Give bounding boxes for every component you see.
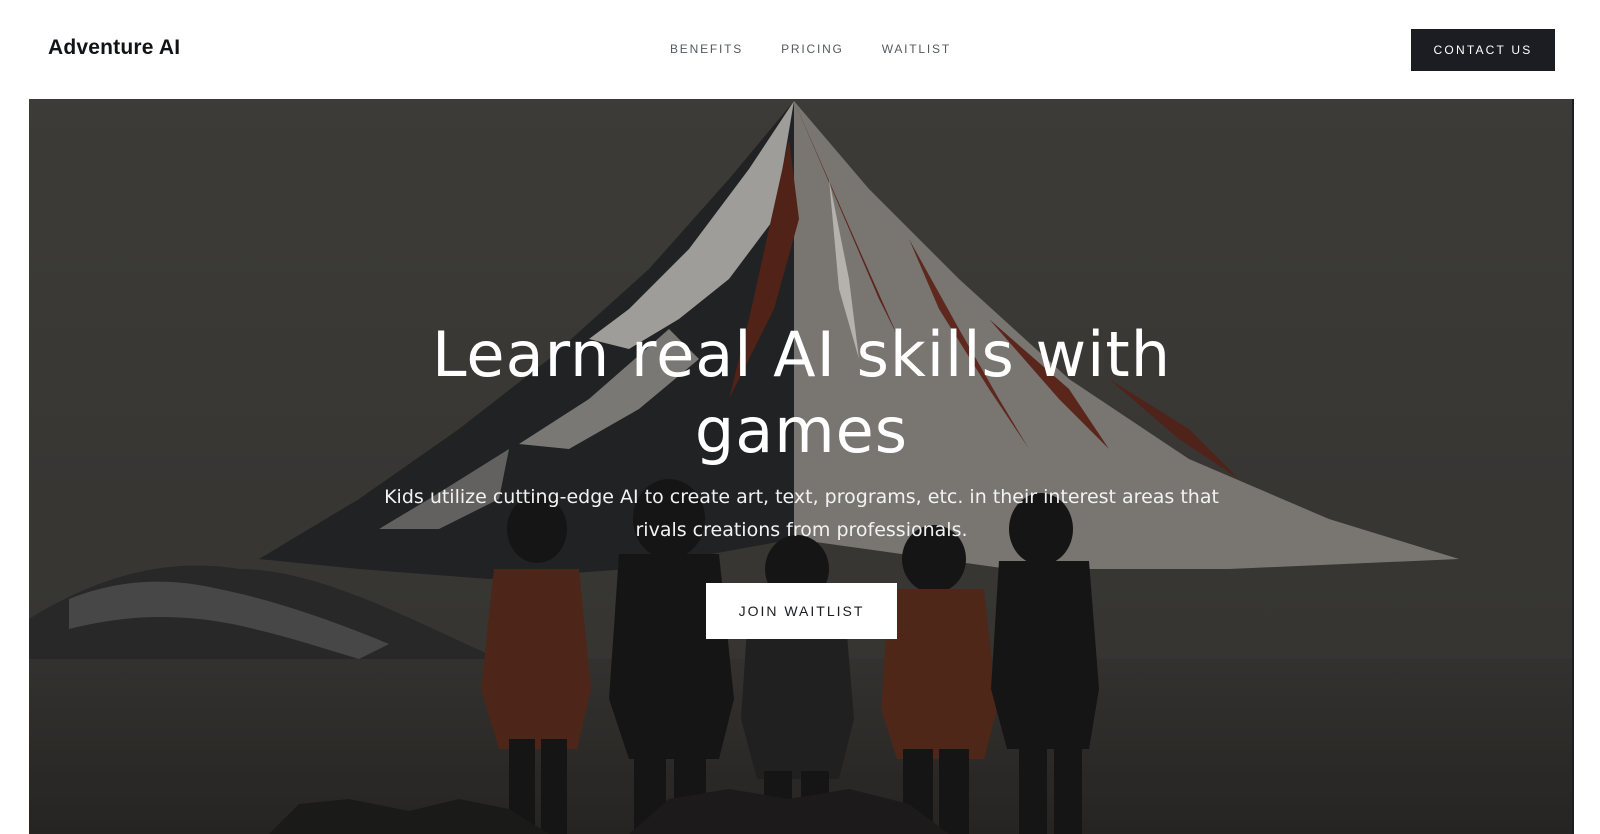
- site-header: Adventure AI BENEFITS PRICING WAITLIST C…: [0, 0, 1600, 100]
- hero-title: Learn real AI skills with games: [431, 318, 1172, 467]
- nav-waitlist-link[interactable]: WAITLIST: [882, 42, 951, 56]
- contact-us-button[interactable]: CONTACT US: [1411, 29, 1555, 71]
- hero-section: Learn real AI skills with games Kids uti…: [29, 99, 1574, 834]
- nav-pricing-link[interactable]: PRICING: [781, 42, 844, 56]
- main-nav: BENEFITS PRICING WAITLIST: [670, 42, 951, 56]
- hero-subtitle: Kids utilize cutting-edge AI to create a…: [384, 486, 1219, 541]
- join-waitlist-button[interactable]: JOIN WAITLIST: [706, 583, 897, 639]
- hero-content: Learn real AI skills with games Kids uti…: [29, 317, 1574, 639]
- hero-right-border: [1572, 99, 1574, 834]
- brand-logo[interactable]: Adventure AI: [48, 36, 180, 60]
- nav-benefits-link[interactable]: BENEFITS: [670, 42, 743, 56]
